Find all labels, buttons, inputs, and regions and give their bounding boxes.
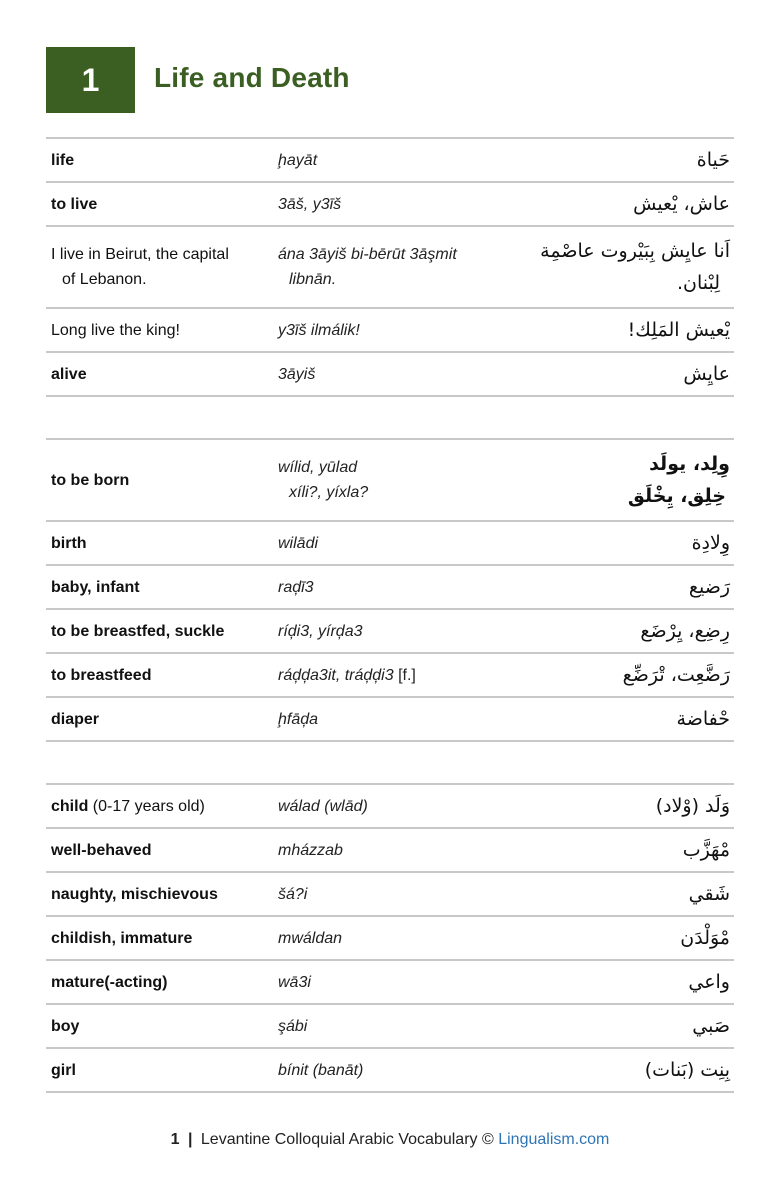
transliteration-main: ráḑḑa3it, tráḑḑi3 — [278, 666, 394, 684]
transliteration: şábi — [278, 1017, 308, 1035]
english-term: to breastfeed — [51, 666, 152, 684]
table-row: child (0-17 years old) wálad (wlād) وَلَ… — [46, 785, 734, 829]
page-number: 1 — [170, 1131, 180, 1148]
transliteration: ána 3āyiš bi-bērūt 3āşmit libnān. — [278, 242, 528, 292]
english-term: child (0-17 years old) — [46, 794, 278, 819]
table-row: Long live the king! y3īš ilmálik! يْعيش … — [46, 309, 734, 353]
table-row: diaper ḩfāḑa حْفاضة — [46, 698, 734, 742]
table-row: mature(-acting) wā3i واعي — [46, 961, 734, 1005]
transliteration: wilādi — [278, 534, 319, 552]
transliteration: wílid, yūlad xíli?, yíxla? — [278, 455, 528, 505]
english-term: mature(-acting) — [51, 973, 168, 991]
english-note: (0-17 years old) — [92, 797, 205, 815]
transliteration: ríḑi3, yírḑa3 — [278, 622, 363, 640]
table-row: boy şábi صَبي — [46, 1005, 734, 1049]
english-line-2: of Lebanon. — [62, 271, 147, 288]
footer-separator: | — [187, 1131, 193, 1148]
arabic-term: عاش، يْعيش — [633, 193, 730, 215]
arabic-term: رَضَّعِت، تْرَضِّع — [622, 664, 730, 686]
table-row: to be born wílid, yūlad xíli?, yíxla? وِ… — [46, 440, 734, 522]
section-divider — [46, 742, 734, 785]
transliteration: šá?i — [278, 885, 308, 903]
english-term: well-behaved — [51, 841, 152, 859]
table-row: to breastfeed ráḑḑa3it, tráḑḑi3 [f.] رَض… — [46, 654, 734, 698]
english-term: baby, infant — [51, 578, 140, 596]
english-term: birth — [51, 534, 87, 552]
table-row: girl bínit (banāt) بِنِت (بَنات) — [46, 1049, 734, 1093]
english-term: boy — [51, 1017, 80, 1035]
table-row: childish, immature mwáldan مْوَلْدَن — [46, 917, 734, 961]
transliteration: raḑī3 — [278, 578, 314, 596]
arabic-term: يْعيش المَلِك! — [627, 319, 730, 341]
arabic-line-2: لِبْنان. — [676, 272, 720, 294]
chapter-title: Life and Death — [154, 62, 350, 93]
table-row: I live in Beirut, the capital of Lebanon… — [46, 227, 734, 309]
transliteration-line-1: ána 3āyiš bi-bērūt 3āşmit — [278, 246, 457, 263]
transliteration: bínit (banāt) — [278, 1061, 364, 1079]
transliteration: mházzab — [278, 841, 343, 859]
arabic-term: بِنِت (بَنات) — [644, 1059, 730, 1081]
arabic-term: رَضيع — [688, 576, 730, 598]
arabic-term: واعي — [688, 971, 730, 993]
english-term: to live — [51, 195, 98, 213]
table-row: to be breastfed, suckle ríḑi3, yírḑa3 رِ… — [46, 610, 734, 654]
arabic-term: وَلَد (وْلاد) — [655, 795, 730, 817]
english-term: naughty, mischievous — [51, 885, 218, 903]
english-term: life — [51, 151, 75, 169]
transliteration: ráḑḑa3it, tráḑḑi3 [f.] — [278, 663, 528, 688]
table-row: life ḩayāt حَياة — [46, 139, 734, 183]
footer-text: Levantine Colloquial Arabic Vocabulary © — [200, 1131, 494, 1148]
page-footer: 1 | Levantine Colloquial Arabic Vocabula… — [0, 1131, 780, 1149]
chapter-number-box: 1 — [46, 47, 135, 113]
section-divider — [46, 397, 734, 440]
arabic-line-1: اَنا عايِش بِبَيْروت عاصْمِة — [540, 240, 730, 262]
arabic-term: حَياة — [696, 149, 730, 171]
arabic-term: صَبي — [692, 1015, 730, 1037]
transliteration: wā3i — [278, 973, 311, 991]
vocabulary-table: life ḩayāt حَياة to live 3āš, y3īš عاش، … — [46, 137, 734, 1093]
table-row: alive 3āyiš عايِش — [46, 353, 734, 397]
transliteration: 3āš, y3īš — [278, 195, 342, 213]
english-term: childish, immature — [51, 929, 193, 947]
transliteration: y3īš ilmálik! — [278, 321, 360, 339]
english-line-1: I live in Beirut, the capital — [51, 246, 229, 263]
english-term: to be born — [51, 471, 130, 489]
english-term: alive — [51, 365, 87, 383]
transliteration-line-1: wílid, yūlad — [278, 459, 358, 476]
arabic-term: مْوَلْدَن — [680, 927, 730, 949]
chapter-number: 1 — [81, 61, 100, 98]
arabic-term: مْهَزَّب — [682, 839, 730, 861]
arabic-line-2: خِلِق، يِخْلَق — [627, 485, 726, 507]
table-row: well-behaved mházzab مْهَزَّب — [46, 829, 734, 873]
arabic-term: وِلادِة — [691, 532, 730, 554]
transliteration-line-2: libnān. — [289, 271, 337, 288]
english-term: Long live the king! — [51, 321, 180, 339]
table-row: baby, infant raḑī3 رَضيع — [46, 566, 734, 610]
arabic-term: وِلِد، يولَد خِلِق، يِخْلَق — [528, 448, 734, 512]
table-row: birth wilādi وِلادِة — [46, 522, 734, 566]
english-term: to be breastfed, suckle — [51, 622, 225, 640]
transliteration: ḩayāt — [278, 151, 318, 169]
footer-link[interactable]: Lingualism.com — [498, 1131, 609, 1148]
transliteration: ḩfāḑa — [278, 710, 319, 728]
transliteration-line-2: xíli?, yíxla? — [289, 484, 369, 501]
gender-note: [f.] — [398, 666, 416, 684]
arabic-term: رِضِع، يِرْضَع — [640, 620, 730, 642]
english-term: girl — [51, 1061, 76, 1079]
english-sentence: I live in Beirut, the capital of Lebanon… — [46, 242, 278, 292]
table-row: to live 3āš, y3īš عاش، يْعيش — [46, 183, 734, 227]
arabic-line-1: وِلِد، يولَد — [649, 453, 730, 475]
arabic-sentence: اَنا عايِش بِبَيْروت عاصْمِة لِبْنان. — [528, 235, 734, 299]
table-row: naughty, mischievous šá?i شَقي — [46, 873, 734, 917]
arabic-term: حْفاضة — [676, 708, 730, 730]
english-term: diaper — [51, 710, 100, 728]
english-main: child — [51, 797, 89, 815]
arabic-term: شَقي — [688, 883, 730, 905]
transliteration: 3āyiš — [278, 365, 316, 383]
arabic-term: عايِش — [683, 363, 730, 385]
transliteration: mwáldan — [278, 929, 343, 947]
transliteration: wálad (wlād) — [278, 797, 368, 815]
